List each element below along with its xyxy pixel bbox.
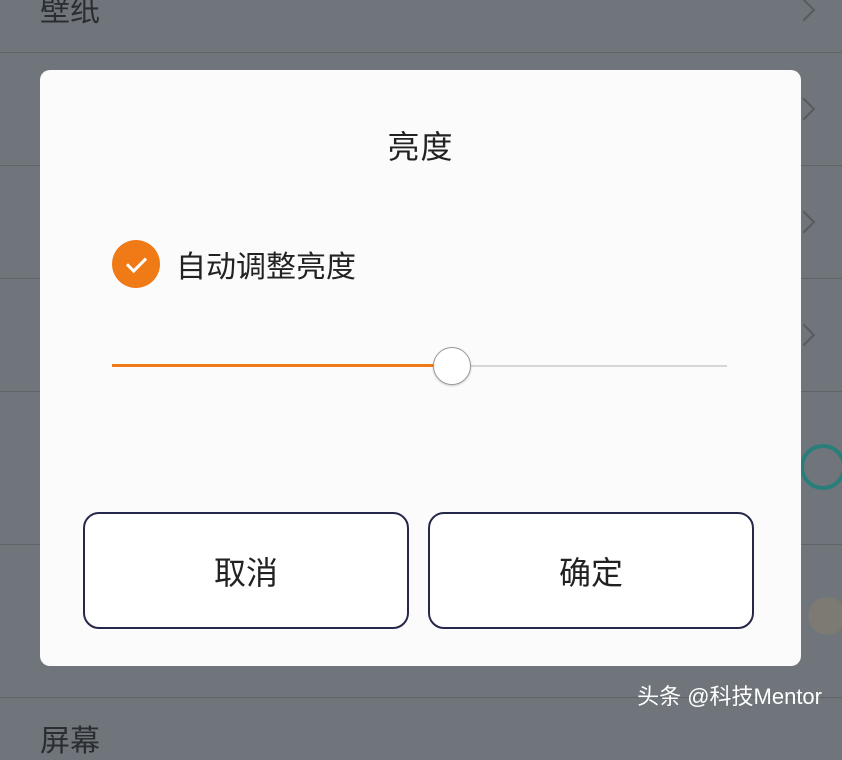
toggle-knob-icon xyxy=(808,597,842,635)
toggle-ring-icon xyxy=(800,444,842,490)
slider-fill xyxy=(112,364,452,367)
watermark-text: 头条 @科技Mentor xyxy=(637,684,822,709)
settings-row-label: 壁纸 xyxy=(40,0,100,29)
auto-brightness-option[interactable]: 自动调整亮度 xyxy=(112,238,356,290)
brightness-slider[interactable] xyxy=(112,346,727,386)
brightness-dialog: 亮度 自动调整亮度 取消 确定 xyxy=(40,70,801,666)
auto-brightness-checkbox[interactable] xyxy=(112,240,160,288)
dialog-title: 亮度 xyxy=(387,128,454,166)
confirm-button[interactable]: 确定 xyxy=(428,512,754,629)
settings-row-label: 屏幕 xyxy=(40,724,100,759)
chevron-right-icon xyxy=(792,0,816,22)
checkmark-icon xyxy=(125,251,147,273)
auto-brightness-label: 自动调整亮度 xyxy=(176,250,356,285)
settings-row-wallpaper: 壁纸 xyxy=(0,0,842,53)
slider-thumb[interactable] xyxy=(433,347,471,385)
cancel-button[interactable]: 取消 xyxy=(83,512,409,629)
